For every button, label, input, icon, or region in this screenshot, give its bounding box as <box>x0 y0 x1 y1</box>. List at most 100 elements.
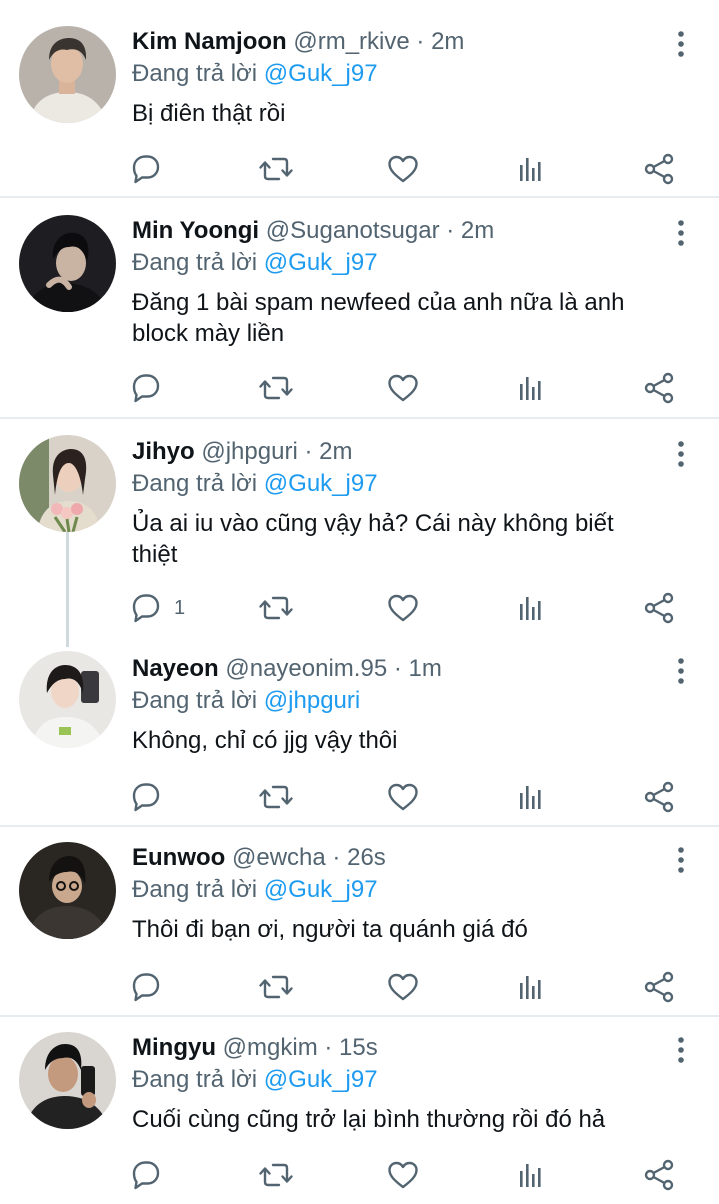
user-handle[interactable]: @rm_rkive <box>293 28 409 55</box>
replying-to-label: Đang trả lời <box>132 687 258 714</box>
like-button[interactable] <box>385 370 421 406</box>
replying-to-handle[interactable]: @Guk_j97 <box>264 249 378 276</box>
tweet-content: Mingyu @mgkim · 15s Đang trả lời @Guk_j9… <box>132 1033 659 1135</box>
retweet-button[interactable] <box>258 1157 294 1193</box>
tweet-header: Nayeon @nayeonim.95 · 1m <box>132 654 659 684</box>
user-handle[interactable]: @nayeonim.95 <box>225 655 387 682</box>
reply-bubble-icon <box>132 1161 160 1190</box>
more-options-button[interactable] <box>669 656 693 686</box>
tweet-content: Jihyo @jhpguri · 2m Đang trả lời @Guk_j9… <box>132 437 659 570</box>
views-button[interactable] <box>512 1157 548 1193</box>
retweet-button[interactable] <box>258 779 294 815</box>
replying-to-handle[interactable]: @Guk_j97 <box>264 470 378 497</box>
more-options-button[interactable] <box>669 29 693 59</box>
heart-icon <box>388 594 418 622</box>
tweet[interactable]: Kim Namjoon @rm_rkive · 2m Đang trả lời … <box>0 0 719 198</box>
avatar[interactable] <box>19 1032 116 1129</box>
replying-to-handle[interactable]: @Guk_j97 <box>264 876 378 903</box>
share-icon <box>644 592 674 624</box>
retweet-button[interactable] <box>258 151 294 187</box>
retweet-button[interactable] <box>258 969 294 1005</box>
views-button[interactable] <box>512 590 548 626</box>
replying-to: Đang trả lời @Guk_j97 <box>132 248 659 278</box>
like-button[interactable] <box>385 969 421 1005</box>
more-vertical-icon <box>678 31 684 57</box>
views-button[interactable] <box>512 779 548 815</box>
timestamp[interactable]: 26s <box>347 844 386 871</box>
tweet[interactable]: Jihyo @jhpguri · 2m Đang trả lời @Guk_j9… <box>0 419 719 637</box>
tweet[interactable]: Mingyu @mgkim · 15s Đang trả lời @Guk_j9… <box>0 1017 719 1204</box>
tweet-content: Min Yoongi @Suganotsugar · 2m Đang trả l… <box>132 216 659 349</box>
like-button[interactable] <box>385 779 421 815</box>
reply-button[interactable] <box>128 151 174 187</box>
tweet[interactable]: Eunwoo @ewcha · 26s Đang trả lời @Guk_j9… <box>0 827 719 1017</box>
replying-to-handle[interactable]: @jhpguri <box>264 687 360 714</box>
reply-bubble-icon <box>132 155 160 184</box>
replying-to-handle[interactable]: @Guk_j97 <box>264 60 378 87</box>
timestamp[interactable]: 15s <box>339 1034 378 1061</box>
like-button[interactable] <box>385 1157 421 1193</box>
timestamp[interactable]: 2m <box>319 438 352 465</box>
reply-button[interactable] <box>128 370 174 406</box>
reply-button[interactable]: 1 <box>128 590 185 626</box>
separator-dot: · <box>393 655 402 682</box>
share-button[interactable] <box>641 151 677 187</box>
tweet-header: Eunwoo @ewcha · 26s <box>132 843 659 873</box>
avatar[interactable] <box>19 435 116 532</box>
avatar[interactable] <box>19 651 116 748</box>
tweet[interactable]: Min Yoongi @Suganotsugar · 2m Đang trả l… <box>0 198 719 419</box>
user-handle[interactable]: @mgkim <box>223 1034 318 1061</box>
display-name[interactable]: Nayeon <box>132 655 219 682</box>
separator-dot: · <box>446 217 455 244</box>
display-name[interactable]: Jihyo <box>132 438 195 465</box>
replying-to: Đang trả lời @jhpguri <box>132 686 659 716</box>
display-name[interactable]: Eunwoo <box>132 844 225 871</box>
more-vertical-icon <box>678 847 684 873</box>
user-handle[interactable]: @Suganotsugar <box>266 217 440 244</box>
avatar[interactable] <box>19 215 116 312</box>
views-button[interactable] <box>512 370 548 406</box>
retweet-button[interactable] <box>258 370 294 406</box>
views-button[interactable] <box>512 151 548 187</box>
share-button[interactable] <box>641 370 677 406</box>
analytics-bars-icon <box>520 786 541 809</box>
tweet[interactable]: Nayeon @nayeonim.95 · 1m Đang trả lời @j… <box>0 637 719 827</box>
user-handle[interactable]: @ewcha <box>232 844 326 871</box>
separator-dot: · <box>324 1034 333 1061</box>
reply-bubble-icon <box>132 973 160 1002</box>
more-options-button[interactable] <box>669 218 693 248</box>
share-icon <box>644 1159 674 1191</box>
timestamp[interactable]: 2m <box>461 217 494 244</box>
views-button[interactable] <box>512 969 548 1005</box>
more-vertical-icon <box>678 658 684 684</box>
more-options-button[interactable] <box>669 1035 693 1065</box>
user-handle[interactable]: @jhpguri <box>201 438 297 465</box>
more-vertical-icon <box>678 220 684 246</box>
share-button[interactable] <box>641 779 677 815</box>
tweet-text: Cuối cùng cũng trở lại bình thường rồi đ… <box>132 1106 606 1133</box>
tweet-header: Kim Namjoon @rm_rkive · 2m <box>132 27 659 57</box>
tweet-header: Jihyo @jhpguri · 2m <box>132 437 659 467</box>
reply-bubble-icon <box>132 783 160 812</box>
display-name[interactable]: Kim Namjoon <box>132 28 287 55</box>
share-button[interactable] <box>641 1157 677 1193</box>
replying-to-handle[interactable]: @Guk_j97 <box>264 1066 378 1093</box>
avatar[interactable] <box>19 26 116 123</box>
retweet-button[interactable] <box>258 590 294 626</box>
timestamp[interactable]: 1m <box>409 655 442 682</box>
more-options-button[interactable] <box>669 845 693 875</box>
reply-button[interactable] <box>128 969 174 1005</box>
share-button[interactable] <box>641 590 677 626</box>
display-name[interactable]: Mingyu <box>132 1034 216 1061</box>
display-name[interactable]: Min Yoongi <box>132 217 259 244</box>
like-button[interactable] <box>385 151 421 187</box>
like-button[interactable] <box>385 590 421 626</box>
analytics-bars-icon <box>520 976 541 999</box>
timestamp[interactable]: 2m <box>431 28 464 55</box>
avatar[interactable] <box>19 842 116 939</box>
share-button[interactable] <box>641 969 677 1005</box>
reply-button[interactable] <box>128 779 174 815</box>
more-options-button[interactable] <box>669 439 693 469</box>
tweet-text: Không, chỉ có jjg vậy thôi <box>132 727 398 754</box>
reply-button[interactable] <box>128 1157 174 1193</box>
